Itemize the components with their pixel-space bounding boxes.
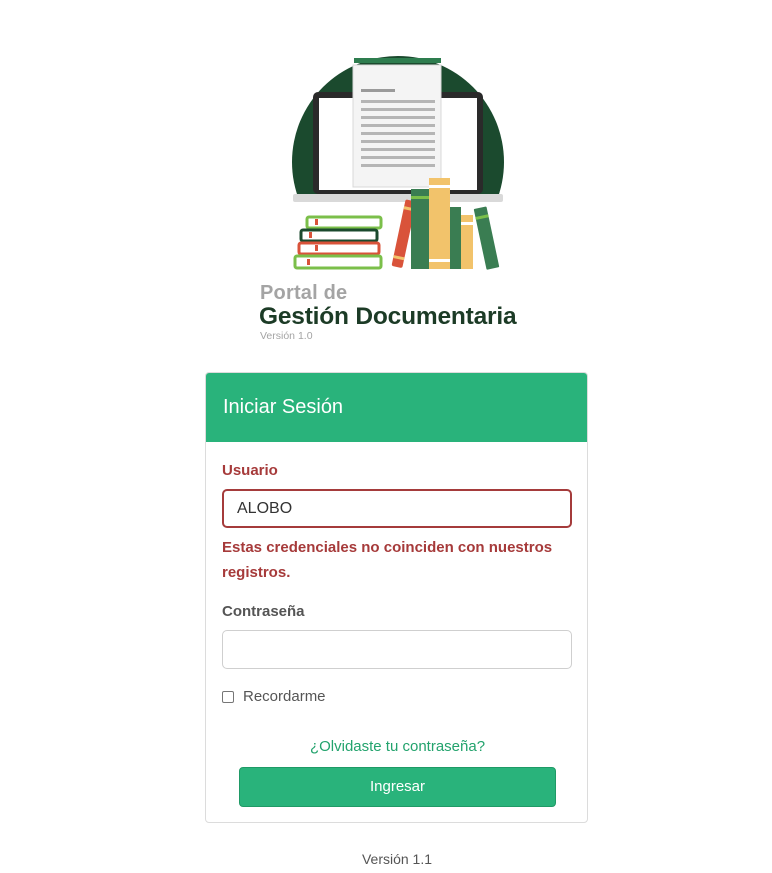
logo-title-line1: Portal de (260, 282, 348, 304)
logo-version: Versión 1.0 (260, 330, 313, 342)
username-label: Usuario (222, 462, 278, 479)
login-button[interactable]: Ingresar (239, 767, 556, 807)
portal-logo: Portal de Gestión Documentaria Versión 1… (255, 52, 545, 347)
remember-me[interactable]: Recordarme (222, 688, 326, 705)
login-card: Iniciar Sesión Usuario Estas credenciale… (205, 372, 588, 823)
login-error-message: Estas credenciales no coinciden con nues… (222, 539, 553, 581)
card-title: Iniciar Sesión (206, 373, 587, 442)
login-page: Portal de Gestión Documentaria Versión 1… (0, 0, 772, 873)
remember-label: Recordarme (243, 688, 326, 705)
password-input[interactable] (222, 630, 572, 669)
logo-illustration-icon (285, 56, 520, 272)
password-label: Contraseña (222, 603, 305, 620)
username-input[interactable] (222, 489, 572, 528)
remember-checkbox[interactable] (222, 690, 234, 703)
footer-version: Versión 1.1 (361, 851, 433, 867)
forgot-password-link[interactable]: ¿Olvidaste tu contraseña? (206, 738, 587, 755)
logo-title-line2: Gestión Documentaria (259, 303, 517, 330)
